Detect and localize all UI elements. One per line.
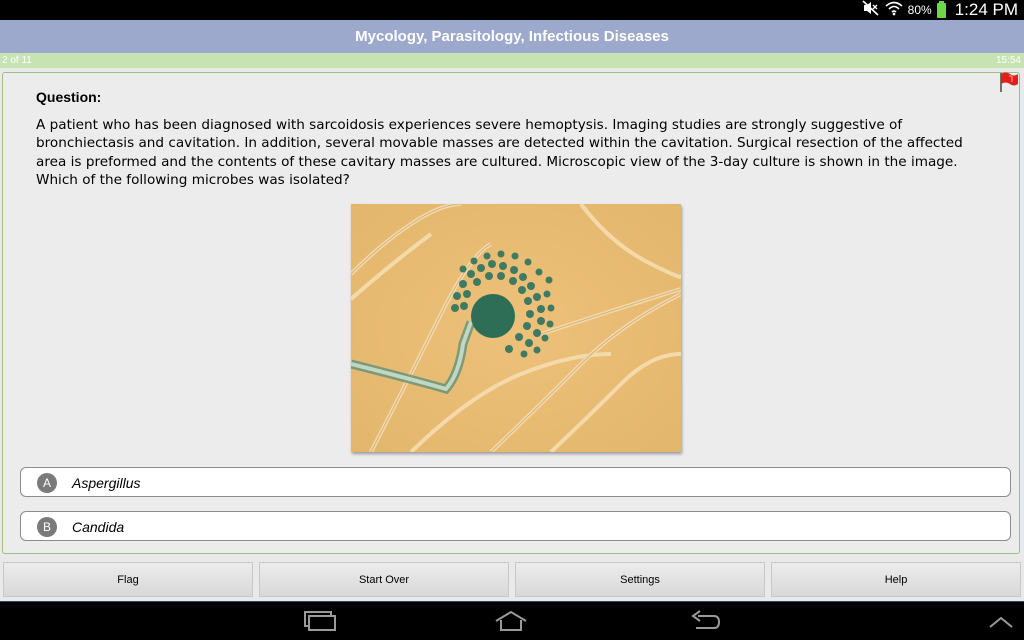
microscopy-image bbox=[351, 204, 681, 452]
settings-button[interactable]: Settings bbox=[515, 562, 765, 597]
chevron-up-icon[interactable] bbox=[988, 614, 1014, 633]
question-counter: 2 of 11 bbox=[2, 55, 32, 66]
action-bar: Flag Start Over Settings Help bbox=[0, 559, 1024, 601]
red-flag-icon[interactable] bbox=[999, 71, 1019, 93]
answer-letter-badge: B bbox=[37, 517, 57, 537]
flag-button[interactable]: Flag bbox=[3, 562, 253, 597]
battery-icon bbox=[936, 0, 946, 18]
wifi-icon bbox=[885, 0, 903, 20]
status-bar: 80% 1:24 PM bbox=[0, 0, 1024, 20]
question-card: Question: A patient who has been diagnos… bbox=[2, 72, 1020, 554]
answer-text: Aspergillus bbox=[72, 475, 141, 491]
recent-apps-icon[interactable] bbox=[302, 610, 336, 636]
back-icon[interactable] bbox=[688, 610, 722, 636]
answer-option-b[interactable]: B Candida bbox=[20, 511, 1011, 541]
clock: 1:24 PM bbox=[954, 0, 1018, 19]
answer-letter-badge: A bbox=[37, 473, 57, 493]
home-icon[interactable] bbox=[494, 610, 528, 636]
progress-strip: 2 of 11 15:54 bbox=[0, 53, 1024, 68]
system-nav-bar bbox=[0, 601, 1024, 640]
page-title: Mycology, Parasitology, Infectious Disea… bbox=[0, 20, 1024, 53]
timer: 15:54 bbox=[995, 55, 1021, 66]
question-text: A patient who has been diagnosed with sa… bbox=[36, 117, 963, 188]
question-heading: Question: bbox=[36, 89, 102, 105]
status-indicators: 80% 1:24 PM bbox=[862, 0, 1018, 20]
battery-percent: 80% bbox=[907, 3, 932, 17]
start-over-button[interactable]: Start Over bbox=[259, 562, 509, 597]
answer-text: Candida bbox=[72, 519, 125, 535]
answer-option-a[interactable]: A Aspergillus bbox=[20, 467, 1011, 497]
help-button[interactable]: Help bbox=[771, 562, 1021, 597]
mute-icon bbox=[862, 0, 880, 20]
